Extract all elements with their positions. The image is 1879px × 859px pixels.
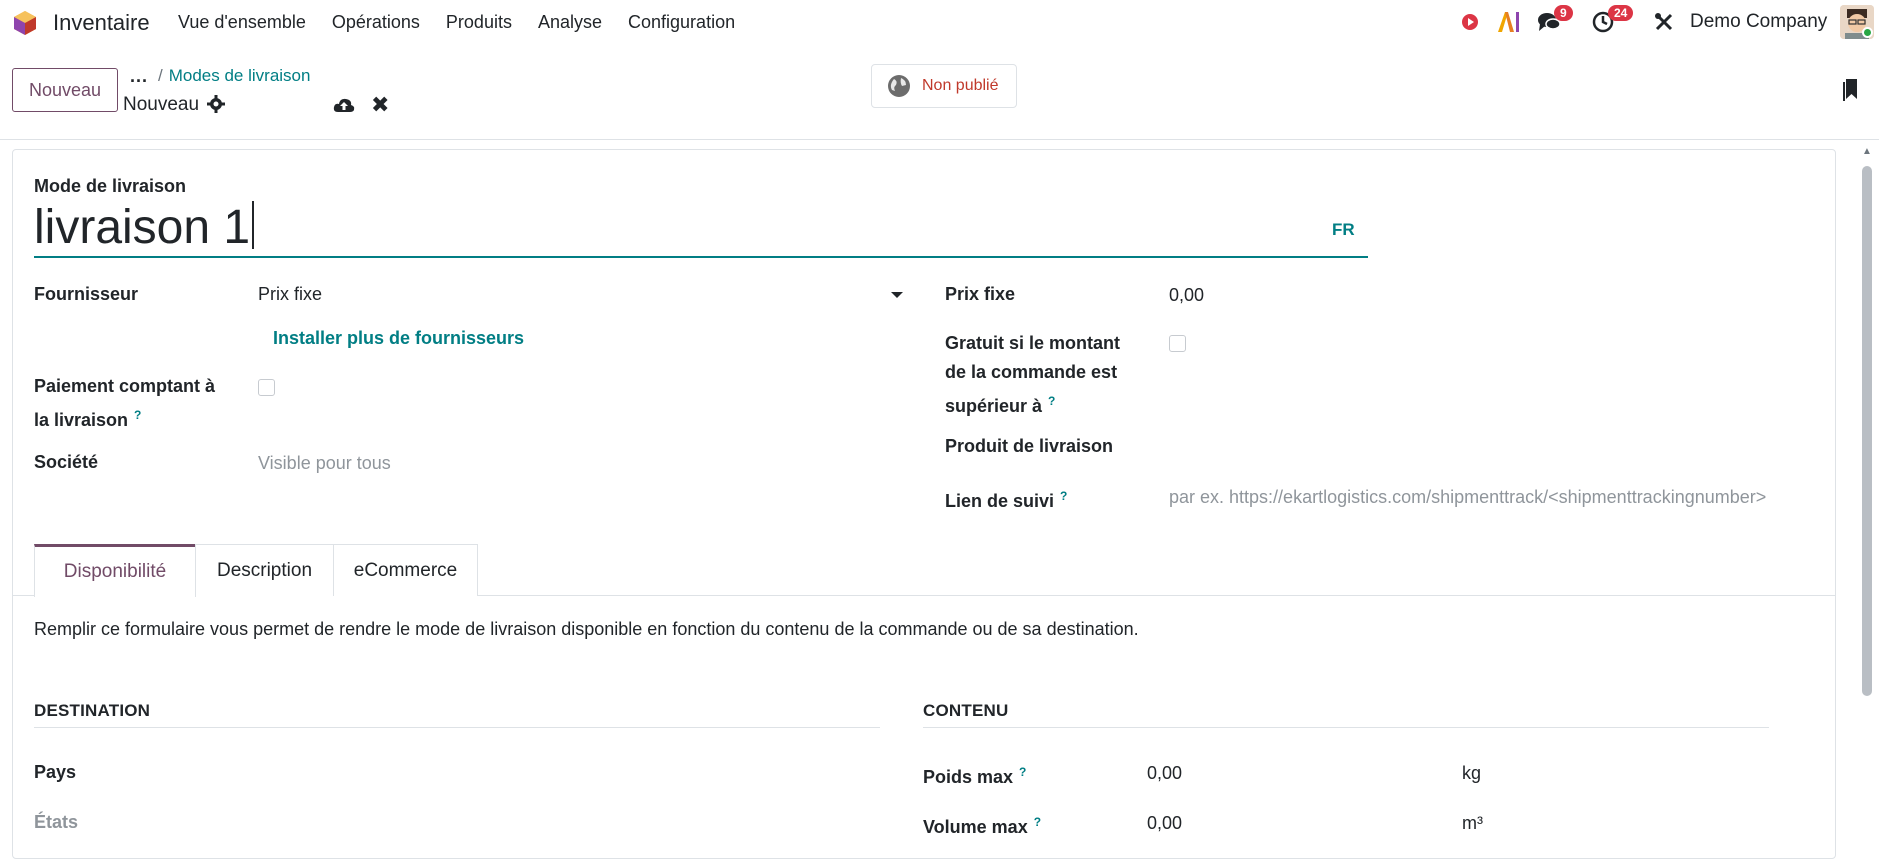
new-button[interactable]: Nouveau (12, 68, 118, 112)
tools-icon[interactable] (1654, 12, 1674, 32)
globe-icon (888, 75, 910, 97)
provider-select[interactable]: Prix fixe (258, 280, 322, 309)
company-label: Société (34, 452, 99, 472)
tab-ecommerce[interactable]: eCommerce (333, 544, 478, 596)
tracking-url-input[interactable]: par ex. https://ekartlogistics.com/shipm… (1169, 483, 1766, 512)
inventory-app-icon[interactable] (12, 10, 38, 36)
save-cloud-icon[interactable] (333, 96, 355, 114)
help-icon[interactable]: ? (134, 408, 141, 422)
online-status-dot (1862, 27, 1873, 38)
menu-item-overview[interactable]: Vue d'ensemble (178, 12, 306, 33)
company-input[interactable]: Visible pour tous (258, 449, 391, 478)
record-icon[interactable] (1461, 13, 1479, 31)
tab-availability[interactable]: Disponibilité (34, 544, 196, 597)
free-over-checkbox[interactable] (1169, 335, 1186, 352)
text-caret (252, 201, 255, 249)
cod-label-line2: la livraison (34, 410, 129, 430)
bookmark-icon[interactable] (1842, 78, 1858, 102)
main-menu: Vue d'ensemble Opérations Produits Analy… (178, 12, 761, 33)
free-over-label: supérieur à? (945, 387, 1055, 421)
delivery-method-name-input[interactable]: livraison 1 (34, 198, 1368, 258)
menu-item-products[interactable]: Produits (446, 12, 512, 33)
install-more-providers-link[interactable]: Installer plus de fournisseurs (273, 328, 524, 349)
breadcrumb-more[interactable]: ... (130, 66, 148, 87)
gear-icon[interactable] (207, 95, 225, 113)
breadcrumb-parent-link[interactable]: Modes de livraison (169, 66, 311, 85)
max-weight-input[interactable]: 0,00 (1147, 759, 1182, 788)
weight-unit: kg (1462, 763, 1482, 783)
name-input-value: livraison 1 (34, 201, 251, 254)
language-selector[interactable]: FR (1332, 220, 1355, 240)
free-over-label-line3: supérieur à (945, 396, 1043, 416)
help-icon[interactable]: ? (1060, 489, 1067, 503)
cod-label: la livraison? (34, 401, 141, 435)
max-volume-label: Volume max? (923, 808, 1041, 842)
name-field-label: Mode de livraison (34, 176, 187, 196)
destination-divider (34, 727, 880, 728)
tracking-label: Lien de suivi? (945, 482, 1067, 516)
publish-toggle-button[interactable]: Non publié (871, 64, 1017, 108)
top-navbar: Inventaire Vue d'ensemble Opérations Pro… (0, 0, 1879, 44)
free-over-label-line2: de la commande est (945, 362, 1118, 382)
max-volume-label-text: Volume max (923, 817, 1028, 837)
max-volume-input[interactable]: 0,00 (1147, 809, 1182, 838)
free-over-label-line1: Gratuit si le montant (945, 333, 1121, 353)
max-weight-label-text: Poids max (923, 767, 1014, 787)
availability-description: Remplir ce formulaire vous permet de ren… (34, 619, 1139, 639)
country-label: Pays (34, 762, 77, 782)
tab-description[interactable]: Description (195, 544, 334, 596)
delivery-product-label: Produit de livraison (945, 436, 1114, 456)
fixed-price-input[interactable]: 0,00 (1169, 281, 1204, 310)
volume-unit: m³ (1462, 813, 1483, 833)
company-switcher[interactable]: Demo Company (1690, 11, 1827, 33)
scroll-up-arrow[interactable]: ▲ (1862, 146, 1872, 157)
breadcrumb-separator: / (158, 66, 163, 85)
tracking-label-text: Lien de suivi (945, 491, 1055, 511)
ai-icon[interactable] (1496, 11, 1520, 33)
record-name: Nouveau (123, 94, 200, 115)
help-icon[interactable]: ? (1019, 765, 1026, 779)
chevron-down-icon[interactable] (891, 292, 903, 298)
menu-item-operations[interactable]: Opérations (332, 12, 420, 33)
menu-item-configuration[interactable]: Configuration (628, 12, 735, 33)
control-panel: Nouveau ... / Modes de livraison Nouveau … (0, 44, 1879, 140)
discard-icon[interactable]: ✖ (371, 92, 389, 118)
messages-badge: 9 (1554, 5, 1573, 21)
notebook-tabs: Disponibilité Description eCommerce (12, 544, 1836, 597)
destination-section-title: DESTINATION (34, 701, 151, 720)
activities-badge: 24 (1608, 5, 1634, 21)
max-weight-label: Poids max? (923, 758, 1026, 792)
fixed-price-label: Prix fixe (945, 284, 1016, 304)
content-section-title: CONTENU (923, 701, 1009, 720)
cod-label-line1: Paiement comptant à (34, 376, 216, 396)
states-label: États (34, 812, 79, 832)
menu-item-analysis[interactable]: Analyse (538, 12, 602, 33)
content-divider (923, 727, 1769, 728)
provider-label: Fournisseur (34, 284, 139, 304)
help-icon[interactable]: ? (1034, 815, 1041, 829)
breadcrumb: / Modes de livraison (158, 66, 310, 86)
scrollbar-thumb[interactable] (1862, 166, 1872, 696)
cod-checkbox[interactable] (258, 379, 275, 396)
help-icon[interactable]: ? (1048, 394, 1055, 408)
app-name[interactable]: Inventaire (53, 10, 150, 36)
publish-status-label: Non publié (922, 77, 999, 94)
